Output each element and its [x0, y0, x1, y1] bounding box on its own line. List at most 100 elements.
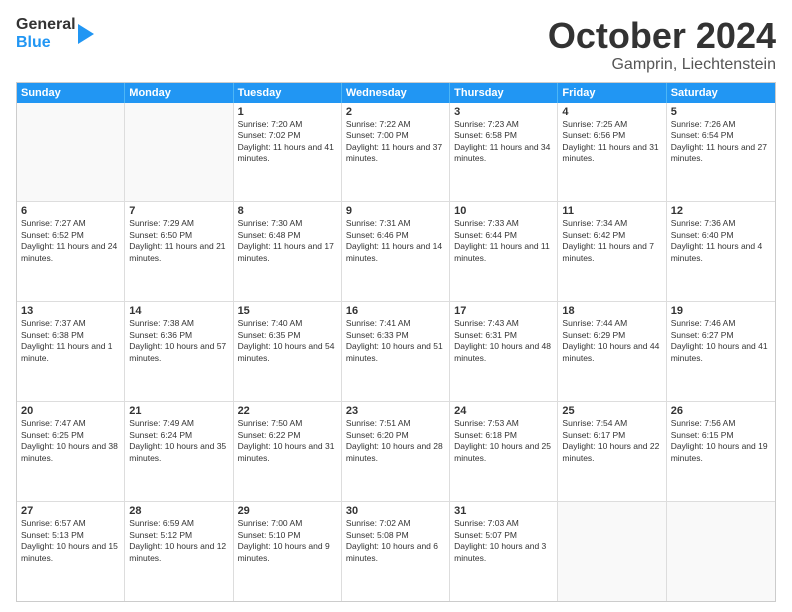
- cal-cell-1-0: 6Sunrise: 7:27 AM Sunset: 6:52 PM Daylig…: [17, 202, 125, 301]
- page: General Blue October 2024 Gamprin, Liech…: [0, 0, 792, 612]
- day-number: 2: [346, 106, 445, 118]
- day-info: Sunrise: 6:59 AM Sunset: 5:12 PM Dayligh…: [129, 518, 228, 564]
- day-info: Sunrise: 6:57 AM Sunset: 5:13 PM Dayligh…: [21, 518, 120, 564]
- day-info: Sunrise: 7:26 AM Sunset: 6:54 PM Dayligh…: [671, 119, 771, 165]
- title-section: October 2024 Gamprin, Liechtenstein: [548, 16, 776, 74]
- day-info: Sunrise: 7:44 AM Sunset: 6:29 PM Dayligh…: [562, 318, 661, 364]
- day-info: Sunrise: 7:00 AM Sunset: 5:10 PM Dayligh…: [238, 518, 337, 564]
- cal-cell-1-2: 8Sunrise: 7:30 AM Sunset: 6:48 PM Daylig…: [234, 202, 342, 301]
- day-info: Sunrise: 7:20 AM Sunset: 7:02 PM Dayligh…: [238, 119, 337, 165]
- calendar: Sunday Monday Tuesday Wednesday Thursday…: [16, 82, 776, 602]
- day-number: 9: [346, 205, 445, 217]
- header-wednesday: Wednesday: [342, 83, 450, 103]
- calendar-row-1: 6Sunrise: 7:27 AM Sunset: 6:52 PM Daylig…: [17, 202, 775, 302]
- day-info: Sunrise: 7:37 AM Sunset: 6:38 PM Dayligh…: [21, 318, 120, 364]
- day-info: Sunrise: 7:56 AM Sunset: 6:15 PM Dayligh…: [671, 418, 771, 464]
- day-number: 3: [454, 106, 553, 118]
- day-info: Sunrise: 7:41 AM Sunset: 6:33 PM Dayligh…: [346, 318, 445, 364]
- day-info: Sunrise: 7:29 AM Sunset: 6:50 PM Dayligh…: [129, 218, 228, 264]
- day-number: 5: [671, 106, 771, 118]
- cal-cell-0-6: 5Sunrise: 7:26 AM Sunset: 6:54 PM Daylig…: [667, 103, 775, 202]
- day-number: 27: [21, 505, 120, 517]
- calendar-body: 1Sunrise: 7:20 AM Sunset: 7:02 PM Daylig…: [17, 103, 775, 601]
- calendar-row-4: 27Sunrise: 6:57 AM Sunset: 5:13 PM Dayli…: [17, 502, 775, 601]
- cal-cell-3-5: 25Sunrise: 7:54 AM Sunset: 6:17 PM Dayli…: [558, 402, 666, 501]
- cal-cell-4-5: [558, 502, 666, 601]
- cal-cell-3-3: 23Sunrise: 7:51 AM Sunset: 6:20 PM Dayli…: [342, 402, 450, 501]
- cal-cell-4-1: 28Sunrise: 6:59 AM Sunset: 5:12 PM Dayli…: [125, 502, 233, 601]
- cal-cell-3-4: 24Sunrise: 7:53 AM Sunset: 6:18 PM Dayli…: [450, 402, 558, 501]
- day-info: Sunrise: 7:54 AM Sunset: 6:17 PM Dayligh…: [562, 418, 661, 464]
- day-info: Sunrise: 7:03 AM Sunset: 5:07 PM Dayligh…: [454, 518, 553, 564]
- cal-cell-1-1: 7Sunrise: 7:29 AM Sunset: 6:50 PM Daylig…: [125, 202, 233, 301]
- day-info: Sunrise: 7:33 AM Sunset: 6:44 PM Dayligh…: [454, 218, 553, 264]
- header-thursday: Thursday: [450, 83, 558, 103]
- cal-cell-3-1: 21Sunrise: 7:49 AM Sunset: 6:24 PM Dayli…: [125, 402, 233, 501]
- day-info: Sunrise: 7:34 AM Sunset: 6:42 PM Dayligh…: [562, 218, 661, 264]
- day-info: Sunrise: 7:36 AM Sunset: 6:40 PM Dayligh…: [671, 218, 771, 264]
- day-info: Sunrise: 7:22 AM Sunset: 7:00 PM Dayligh…: [346, 119, 445, 165]
- cal-cell-1-5: 11Sunrise: 7:34 AM Sunset: 6:42 PM Dayli…: [558, 202, 666, 301]
- day-number: 15: [238, 305, 337, 317]
- day-number: 31: [454, 505, 553, 517]
- day-number: 21: [129, 405, 228, 417]
- logo-general: General: [16, 16, 76, 34]
- day-info: Sunrise: 7:49 AM Sunset: 6:24 PM Dayligh…: [129, 418, 228, 464]
- cal-cell-4-0: 27Sunrise: 6:57 AM Sunset: 5:13 PM Dayli…: [17, 502, 125, 601]
- cal-cell-0-4: 3Sunrise: 7:23 AM Sunset: 6:58 PM Daylig…: [450, 103, 558, 202]
- cal-cell-1-6: 12Sunrise: 7:36 AM Sunset: 6:40 PM Dayli…: [667, 202, 775, 301]
- cal-cell-4-4: 31Sunrise: 7:03 AM Sunset: 5:07 PM Dayli…: [450, 502, 558, 601]
- day-number: 20: [21, 405, 120, 417]
- cal-cell-2-4: 17Sunrise: 7:43 AM Sunset: 6:31 PM Dayli…: [450, 302, 558, 401]
- calendar-row-0: 1Sunrise: 7:20 AM Sunset: 7:02 PM Daylig…: [17, 103, 775, 203]
- cal-cell-0-2: 1Sunrise: 7:20 AM Sunset: 7:02 PM Daylig…: [234, 103, 342, 202]
- day-info: Sunrise: 7:27 AM Sunset: 6:52 PM Dayligh…: [21, 218, 120, 264]
- day-number: 7: [129, 205, 228, 217]
- cal-cell-2-2: 15Sunrise: 7:40 AM Sunset: 6:35 PM Dayli…: [234, 302, 342, 401]
- calendar-row-3: 20Sunrise: 7:47 AM Sunset: 6:25 PM Dayli…: [17, 402, 775, 502]
- day-number: 6: [21, 205, 120, 217]
- day-info: Sunrise: 7:40 AM Sunset: 6:35 PM Dayligh…: [238, 318, 337, 364]
- cal-cell-4-3: 30Sunrise: 7:02 AM Sunset: 5:08 PM Dayli…: [342, 502, 450, 601]
- cal-cell-1-4: 10Sunrise: 7:33 AM Sunset: 6:44 PM Dayli…: [450, 202, 558, 301]
- cal-cell-4-6: [667, 502, 775, 601]
- day-number: 22: [238, 405, 337, 417]
- day-info: Sunrise: 7:30 AM Sunset: 6:48 PM Dayligh…: [238, 218, 337, 264]
- header-saturday: Saturday: [667, 83, 775, 103]
- cal-cell-3-0: 20Sunrise: 7:47 AM Sunset: 6:25 PM Dayli…: [17, 402, 125, 501]
- cal-cell-2-5: 18Sunrise: 7:44 AM Sunset: 6:29 PM Dayli…: [558, 302, 666, 401]
- cal-cell-2-0: 13Sunrise: 7:37 AM Sunset: 6:38 PM Dayli…: [17, 302, 125, 401]
- day-info: Sunrise: 7:47 AM Sunset: 6:25 PM Dayligh…: [21, 418, 120, 464]
- day-number: 14: [129, 305, 228, 317]
- cal-cell-0-1: [125, 103, 233, 202]
- location: Gamprin, Liechtenstein: [548, 56, 776, 74]
- day-number: 16: [346, 305, 445, 317]
- logo-arrow: [78, 20, 100, 48]
- cal-cell-3-2: 22Sunrise: 7:50 AM Sunset: 6:22 PM Dayli…: [234, 402, 342, 501]
- day-info: Sunrise: 7:02 AM Sunset: 5:08 PM Dayligh…: [346, 518, 445, 564]
- day-number: 29: [238, 505, 337, 517]
- day-number: 23: [346, 405, 445, 417]
- day-number: 17: [454, 305, 553, 317]
- day-number: 26: [671, 405, 771, 417]
- day-info: Sunrise: 7:53 AM Sunset: 6:18 PM Dayligh…: [454, 418, 553, 464]
- cal-cell-0-3: 2Sunrise: 7:22 AM Sunset: 7:00 PM Daylig…: [342, 103, 450, 202]
- cal-cell-2-6: 19Sunrise: 7:46 AM Sunset: 6:27 PM Dayli…: [667, 302, 775, 401]
- day-info: Sunrise: 7:38 AM Sunset: 6:36 PM Dayligh…: [129, 318, 228, 364]
- header: General Blue October 2024 Gamprin, Liech…: [16, 16, 776, 74]
- cal-cell-2-3: 16Sunrise: 7:41 AM Sunset: 6:33 PM Dayli…: [342, 302, 450, 401]
- cal-cell-0-0: [17, 103, 125, 202]
- calendar-header: Sunday Monday Tuesday Wednesday Thursday…: [17, 83, 775, 103]
- header-friday: Friday: [558, 83, 666, 103]
- day-number: 12: [671, 205, 771, 217]
- day-number: 4: [562, 106, 661, 118]
- day-info: Sunrise: 7:46 AM Sunset: 6:27 PM Dayligh…: [671, 318, 771, 364]
- day-number: 10: [454, 205, 553, 217]
- day-number: 1: [238, 106, 337, 118]
- cal-cell-4-2: 29Sunrise: 7:00 AM Sunset: 5:10 PM Dayli…: [234, 502, 342, 601]
- cal-cell-3-6: 26Sunrise: 7:56 AM Sunset: 6:15 PM Dayli…: [667, 402, 775, 501]
- cal-cell-2-1: 14Sunrise: 7:38 AM Sunset: 6:36 PM Dayli…: [125, 302, 233, 401]
- cal-cell-0-5: 4Sunrise: 7:25 AM Sunset: 6:56 PM Daylig…: [558, 103, 666, 202]
- day-info: Sunrise: 7:50 AM Sunset: 6:22 PM Dayligh…: [238, 418, 337, 464]
- day-number: 19: [671, 305, 771, 317]
